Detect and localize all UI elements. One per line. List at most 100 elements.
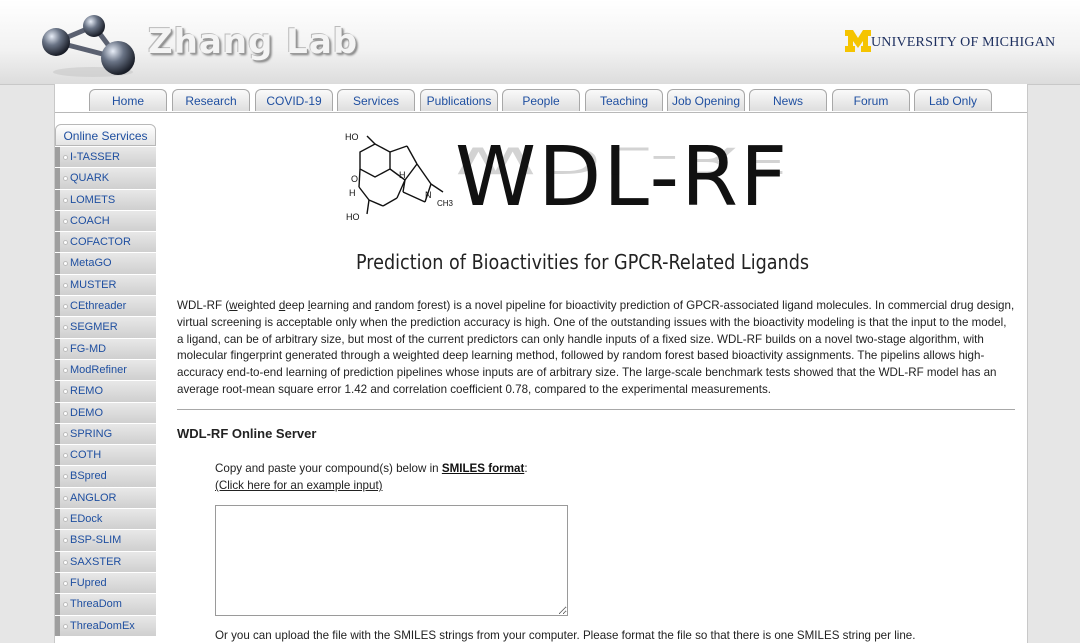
bullet-icon bbox=[63, 538, 68, 544]
oh-bottom-label: HO bbox=[346, 212, 360, 222]
bullet-icon bbox=[63, 474, 68, 480]
sidebar-item-bspred[interactable]: BSpred bbox=[55, 466, 156, 487]
bullet-icon bbox=[63, 282, 68, 288]
bullet-icon bbox=[63, 453, 68, 459]
bullet-icon bbox=[63, 218, 68, 224]
example-input-link[interactable]: (Click here for an example input) bbox=[215, 479, 383, 492]
bullet-icon bbox=[63, 580, 68, 586]
section-divider bbox=[177, 409, 1015, 410]
sidebar-item-label: BSP-SLIM bbox=[70, 534, 122, 547]
sidebar-item-label: FG-MD bbox=[70, 342, 107, 355]
sidebar-item-bsp-slim[interactable]: BSP-SLIM bbox=[55, 530, 156, 551]
tab-teaching[interactable]: Teaching bbox=[585, 89, 663, 111]
sidebar-item-remo[interactable]: REMO bbox=[55, 381, 156, 402]
smiles-format-link[interactable]: SMILES format bbox=[442, 462, 524, 475]
sidebar-item-quark[interactable]: QUARK bbox=[55, 168, 156, 189]
sidebar-item-threadom[interactable]: ThreaDom bbox=[55, 594, 156, 615]
tab-lab-only[interactable]: Lab Only bbox=[914, 89, 992, 111]
nitrogen-label: N bbox=[425, 190, 432, 200]
sidebar-item-coth[interactable]: COTH bbox=[55, 445, 156, 466]
sidebar-item-label: FUpred bbox=[70, 576, 107, 589]
sidebar-list: I-TASSER QUARK LOMETS COACH COFACTOR MetaGO MU… bbox=[55, 147, 156, 636]
tab-forum[interactable]: Forum bbox=[832, 89, 910, 111]
bullet-icon bbox=[63, 155, 68, 160]
tab-home[interactable]: Home bbox=[89, 89, 167, 111]
sidebar-item-label: SEGMER bbox=[70, 321, 118, 334]
tab-news[interactable]: News bbox=[749, 89, 827, 111]
sidebar-item-label: ThreaDom bbox=[70, 598, 122, 611]
sidebar-item-coach[interactable]: COACH bbox=[55, 210, 156, 232]
bullet-icon bbox=[63, 197, 68, 203]
bullet-icon bbox=[63, 176, 68, 182]
sidebar-item-spring[interactable]: SPRING bbox=[55, 423, 156, 445]
instructions-colon: : bbox=[524, 462, 528, 475]
sidebar-item-label: ANGLOR bbox=[70, 491, 117, 504]
tab-services[interactable]: Services bbox=[337, 89, 415, 111]
desc-text: eep bbox=[285, 299, 308, 312]
sidebar-item-demo[interactable]: DEMO bbox=[55, 402, 156, 423]
sidebar-item-label: ThreaDomEx bbox=[70, 619, 135, 632]
sidebar-item-label: I-TASSER bbox=[70, 151, 120, 163]
sidebar-item-label: ModRefiner bbox=[70, 363, 127, 376]
sidebar-item-muster[interactable]: MUSTER bbox=[55, 274, 156, 296]
sidebar-item-label: DEMO bbox=[70, 406, 103, 419]
desc-text: eighted bbox=[237, 299, 279, 312]
sidebar-item-fupred[interactable]: FUpred bbox=[55, 572, 156, 594]
sidebar-header[interactable]: Online Services bbox=[55, 124, 156, 146]
bullet-icon bbox=[63, 240, 68, 246]
sidebar-item-label: MUSTER bbox=[70, 278, 117, 291]
bullet-icon bbox=[63, 517, 68, 523]
sidebar-item-label: COFACTOR bbox=[70, 236, 131, 249]
desc-text: andom bbox=[378, 299, 418, 312]
tab-covid-19[interactable]: COVID-19 bbox=[255, 89, 333, 111]
description-paragraph: WDL-RF (weighted deep learning and rando… bbox=[177, 298, 1015, 399]
h1-label: H bbox=[349, 188, 356, 198]
sidebar-item-label: COACH bbox=[70, 214, 110, 227]
sidebar-item-threadomex[interactable]: ThreaDomEx bbox=[55, 615, 156, 636]
bullet-icon bbox=[63, 431, 68, 437]
bullet-icon bbox=[63, 623, 68, 629]
molecule-logo-icon[interactable] bbox=[38, 12, 138, 80]
sidebar-item-edock[interactable]: EDock bbox=[55, 509, 156, 530]
bullet-icon bbox=[63, 389, 68, 395]
sidebar-item-i-tasser[interactable]: I-TASSER bbox=[55, 147, 156, 168]
sidebar-item-fg-md[interactable]: FG-MD bbox=[55, 338, 156, 359]
sidebar-item-modrefiner[interactable]: ModRefiner bbox=[55, 359, 156, 381]
bullet-icon bbox=[63, 346, 68, 352]
desc-text: earning and bbox=[310, 299, 375, 312]
sidebar-item-segmer[interactable]: SEGMER bbox=[55, 317, 156, 338]
input-instructions: Copy and paste your compound(s) below in… bbox=[215, 462, 528, 475]
sidebar-item-lomets[interactable]: LOMETS bbox=[55, 189, 156, 210]
tab-people[interactable]: People bbox=[502, 89, 580, 111]
bullet-icon bbox=[63, 261, 68, 267]
sidebar-item-label: REMO bbox=[70, 385, 103, 398]
sidebar-item-metago[interactable]: MetaGO bbox=[55, 253, 156, 274]
methyl-label: CH3 bbox=[437, 199, 454, 208]
sidebar-item-saxster[interactable]: SAXSTER bbox=[55, 551, 156, 572]
sidebar-item-label: CEthreader bbox=[70, 300, 127, 313]
bullet-icon bbox=[63, 304, 68, 310]
bullet-icon bbox=[63, 325, 68, 331]
block-m-icon bbox=[845, 30, 871, 52]
oh-top-label: HO bbox=[345, 132, 359, 142]
tab-publications[interactable]: Publications bbox=[420, 89, 498, 111]
university-name: UNIVERSITY OF MICHIGAN bbox=[871, 35, 1056, 50]
sidebar-item-cethreader[interactable]: CEthreader bbox=[55, 296, 156, 317]
server-section-title: WDL-RF Online Server bbox=[177, 426, 317, 441]
main-nav: Home Research COVID-19 Services Publicat… bbox=[55, 84, 1027, 113]
banner-subtitle: Prediction of Bioactivities for GPCR-Rel… bbox=[356, 250, 810, 274]
page-body: Home Research COVID-19 Services Publicat… bbox=[54, 84, 1028, 643]
sidebar-item-anglor[interactable]: ANGLOR bbox=[55, 487, 156, 509]
desc-text: orest) is a novel pipeline for bioactivi… bbox=[177, 299, 1015, 396]
services-sidebar: Online Services I-TASSER QUARK LOMETS COACH… bbox=[55, 124, 156, 636]
sidebar-item-cofactor[interactable]: COFACTOR bbox=[55, 232, 156, 253]
sidebar-item-label: QUARK bbox=[70, 172, 110, 185]
desc-underline: w bbox=[229, 299, 238, 312]
tab-job-opening[interactable]: Job Opening bbox=[667, 89, 745, 111]
bullet-icon bbox=[63, 602, 68, 608]
tab-research[interactable]: Research bbox=[172, 89, 250, 111]
site-header: Zhang Lab UNIVERSITY OF MICHIGAN bbox=[0, 0, 1080, 85]
smiles-input[interactable] bbox=[215, 505, 568, 616]
sidebar-item-label: BSpred bbox=[70, 470, 107, 483]
upload-instructions: Or you can upload the file with the SMIL… bbox=[215, 629, 916, 642]
